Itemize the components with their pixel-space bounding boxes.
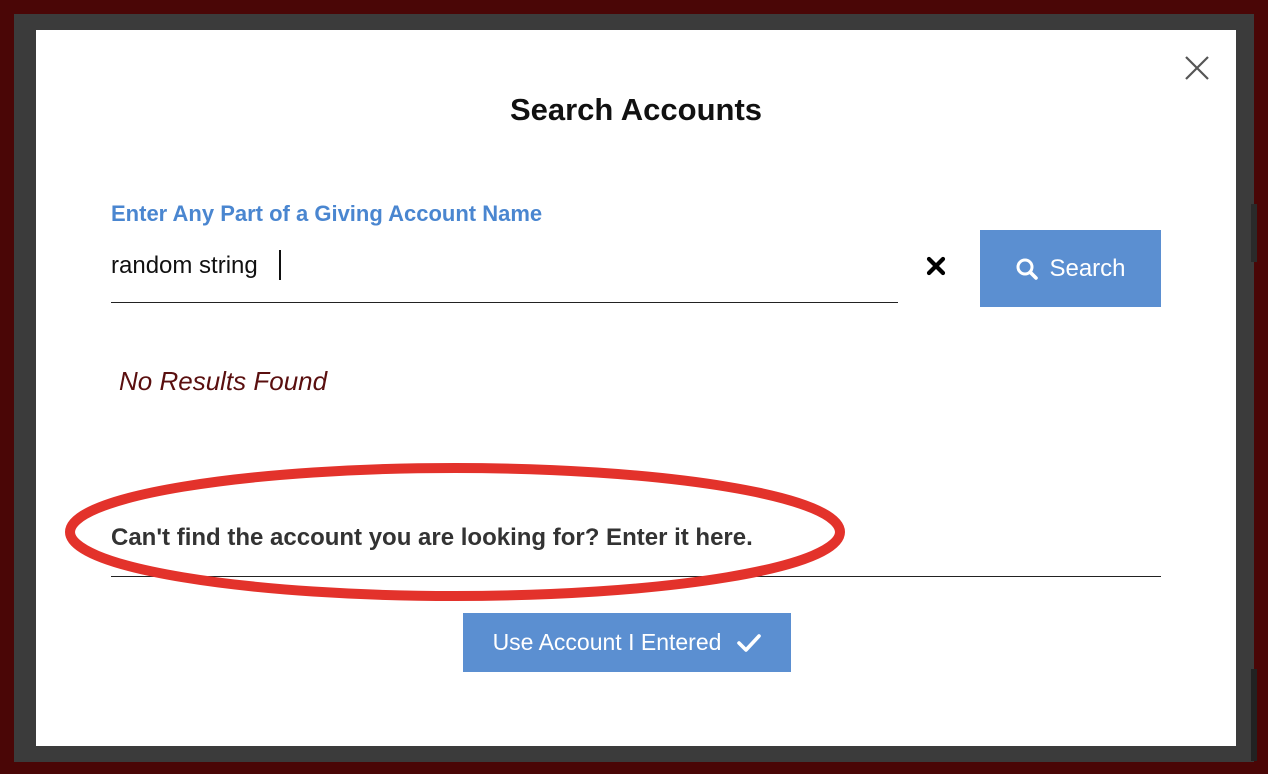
manual-account-input[interactable]: [111, 518, 1161, 558]
background-element: [1251, 204, 1257, 262]
use-account-button-label: Use Account I Entered: [492, 629, 722, 655]
close-icon[interactable]: [1183, 54, 1211, 82]
background-element: [1251, 669, 1257, 761]
search-button[interactable]: Search: [980, 230, 1161, 307]
search-button-label: Search: [1049, 254, 1126, 282]
manual-input-underline: [111, 576, 1161, 577]
search-field-label: Enter Any Part of a Giving Account Name: [111, 201, 543, 226]
search-input[interactable]: [111, 246, 897, 286]
modal-title: Search Accounts: [509, 92, 763, 127]
search-icon: [1016, 258, 1039, 280]
clear-x-icon: [926, 256, 946, 276]
no-results-message: No Results Found: [119, 366, 328, 396]
search-input-underline: [111, 302, 898, 303]
clear-search-button[interactable]: [920, 250, 952, 282]
use-account-entered-button[interactable]: Use Account I Entered: [463, 613, 791, 672]
text-cursor: [279, 250, 281, 280]
checkmark-icon: [737, 633, 762, 652]
